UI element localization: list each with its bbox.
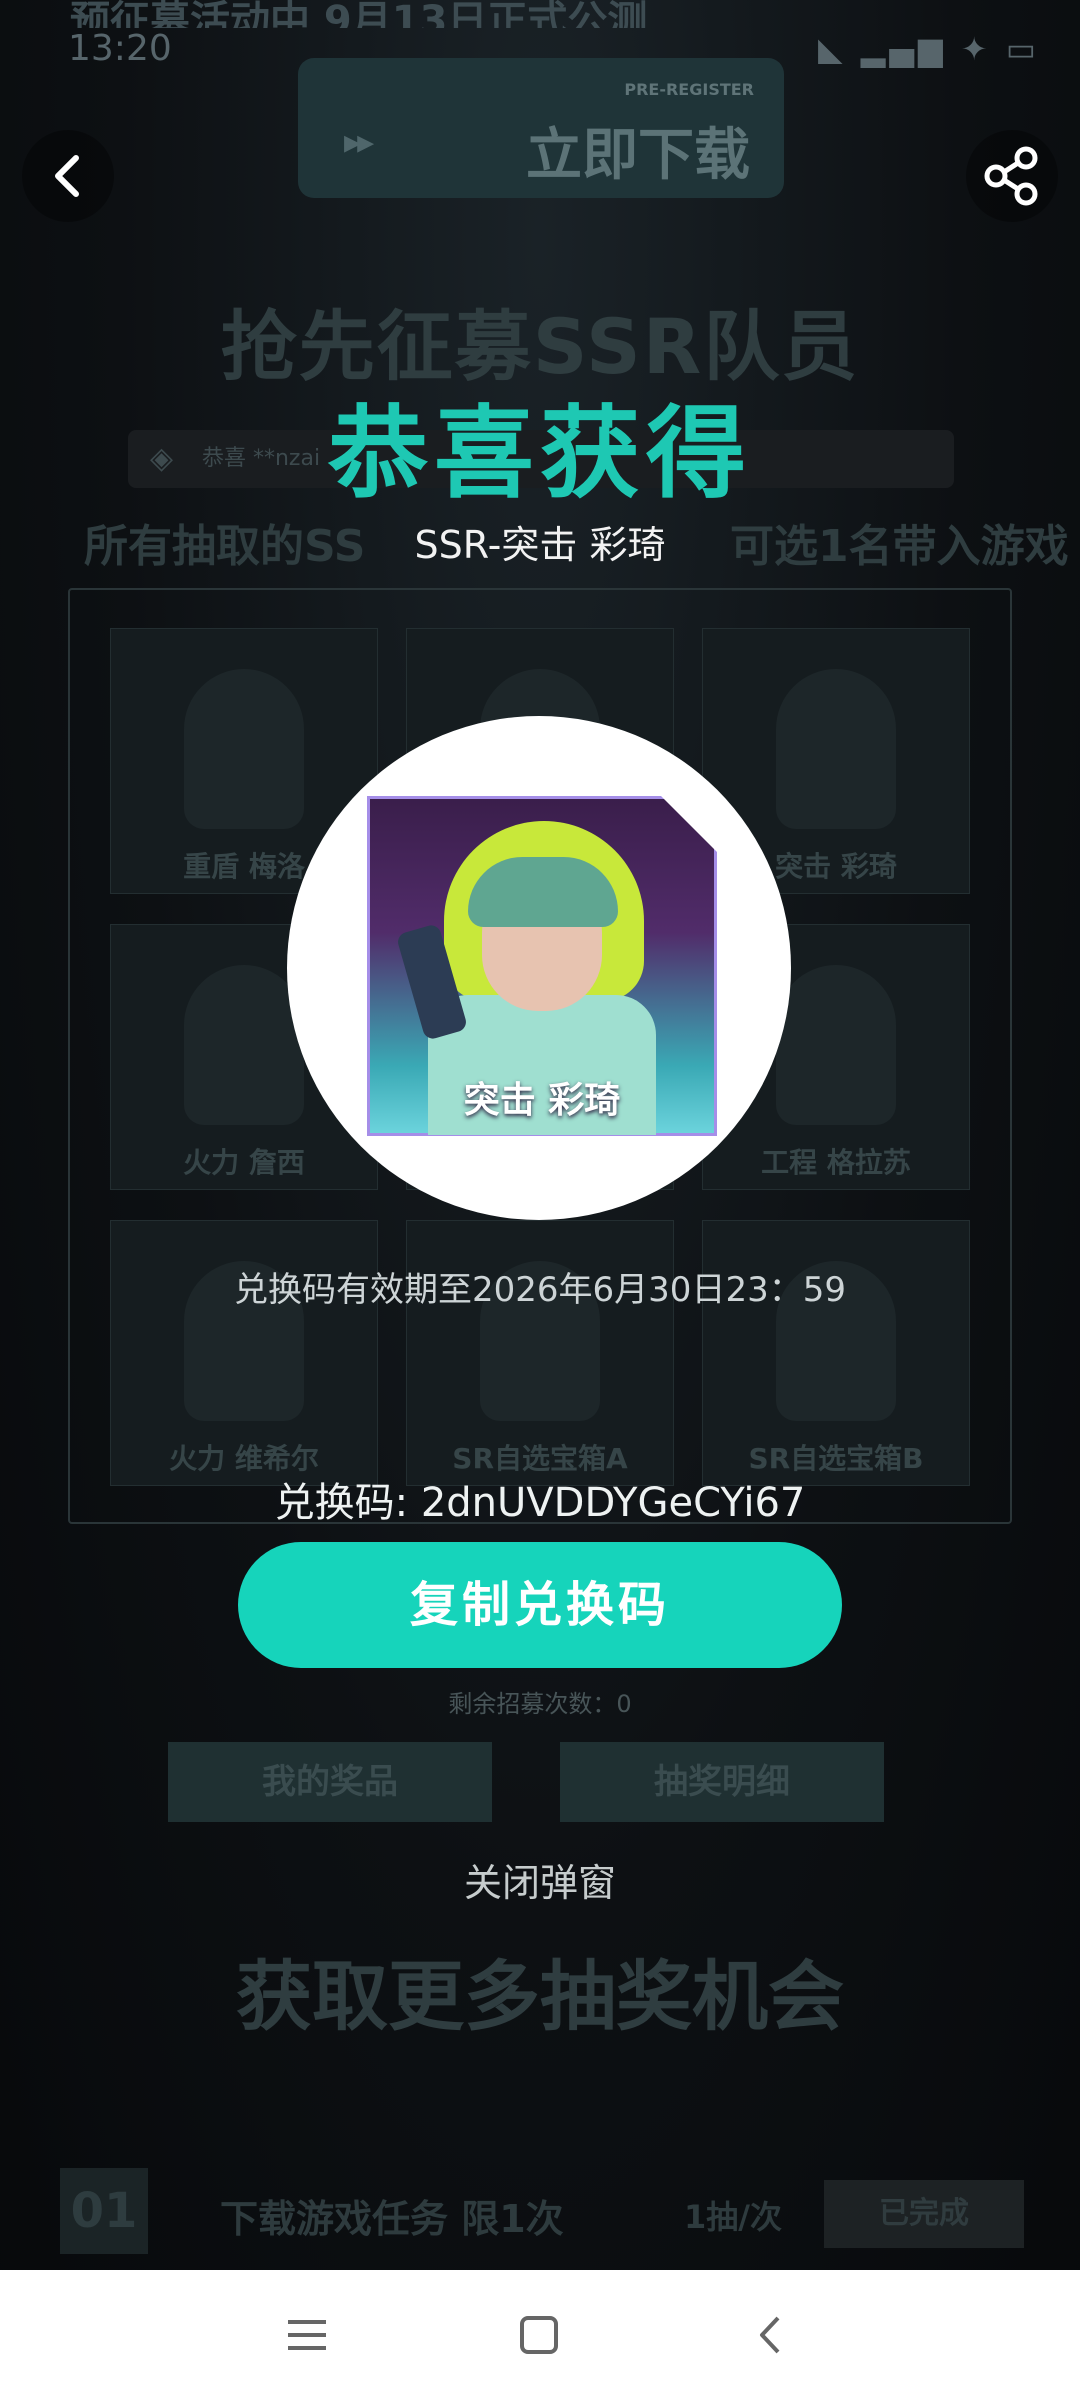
menu-icon	[288, 2320, 326, 2350]
chest-card: SR自选宝箱B	[702, 1220, 970, 1486]
close-popup-button[interactable]: 关闭弹窗	[0, 1852, 1080, 1907]
character-card: 火力 维希尔	[110, 1220, 378, 1486]
recent-apps-button[interactable]	[272, 2300, 342, 2370]
copy-code-button[interactable]: 复制兑换码	[238, 1542, 842, 1668]
character-hair	[468, 857, 618, 927]
share-button[interactable]	[966, 130, 1058, 222]
preregister-download-button[interactable]: PRE-REGISTER ▸▸ 立即下载	[298, 58, 784, 198]
share-icon	[984, 146, 1038, 206]
back-button[interactable]	[22, 130, 114, 222]
home-square-icon	[520, 2316, 558, 2354]
character-art	[184, 669, 304, 829]
task-row: 01 下载游戏任务 限1次 1抽/次 已完成	[60, 2168, 1026, 2258]
reward-name: SSR-突击 彩琦	[414, 523, 666, 567]
card-label: 工程 格拉苏	[761, 1146, 911, 1179]
task-number: 01	[60, 2168, 148, 2254]
character-art	[184, 965, 304, 1125]
character-art	[776, 965, 896, 1125]
more-chances-heading: 获取更多抽奖机会	[236, 1952, 844, 2041]
task-count: 1抽/次	[684, 2198, 782, 2236]
code-expiry: 兑换码有效期至2026年6月30日23：59	[234, 1270, 846, 1310]
play-icon: ▸▸	[344, 122, 374, 162]
card-label: 火力 詹西	[183, 1146, 305, 1179]
back-nav-icon	[760, 2316, 780, 2354]
draw-details-button[interactable]: 抽奖明细	[560, 1742, 884, 1822]
system-nav-bar	[0, 2270, 1080, 2400]
reward-circle: 突击 彩琦	[287, 716, 791, 1220]
home-button[interactable]	[504, 2300, 574, 2370]
nav-back-button[interactable]	[736, 2300, 806, 2370]
chevron-left-icon	[55, 155, 79, 197]
screen: 预征募活动中 9月13日正式公测 13:20 ◣ ▂▄▆ ✦ ▭ PRE-REG…	[0, 0, 1080, 2400]
character-art	[776, 669, 896, 829]
status-icons: ◣ ▂▄▆ ✦ ▭	[818, 30, 1040, 68]
task-text: 下载游戏任务 限1次	[220, 2197, 564, 2241]
reward-character-card: 突击 彩琦	[367, 796, 717, 1136]
my-prizes-button[interactable]: 我的奖品	[168, 1742, 492, 1822]
download-now-label: 立即下载	[526, 123, 750, 188]
preregister-tag: PRE-REGISTER	[624, 80, 754, 99]
event-banner: 预征募活动中 9月13日正式公测	[70, 0, 648, 28]
chest-card: SR自选宝箱A	[406, 1220, 674, 1486]
status-time: 13:20	[68, 28, 172, 69]
modal-title: 恭喜获得	[328, 395, 752, 512]
reward-card-label: 突击 彩琦	[463, 1080, 621, 1121]
remaining-draws: 剩余招募次数：0	[448, 1690, 632, 1718]
task-status-button[interactable]: 已完成	[824, 2180, 1024, 2248]
card-fold	[661, 796, 717, 852]
redeem-code[interactable]: 兑换码: 2dnUVDDYGeCYi67	[0, 1470, 1080, 1528]
